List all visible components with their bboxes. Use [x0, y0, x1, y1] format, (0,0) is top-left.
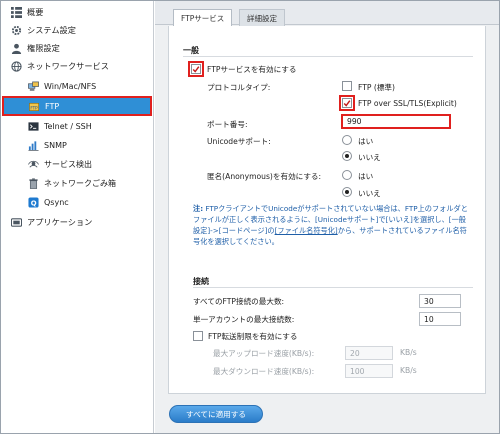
sidebar-item-label: FTP: [45, 101, 60, 111]
sidebar-item-label: アプリケーション: [27, 217, 93, 227]
anonymous-yes-radio[interactable]: [342, 170, 352, 180]
snmp-chart-icon: [27, 139, 39, 151]
ftp-ssl-tls-label: FTP over SSL/TLS(Explicit): [358, 99, 457, 108]
divider: [183, 56, 473, 57]
unicode-support-label: Unicodeサポート:: [207, 137, 271, 146]
protocol-type-label: プロトコルタイプ:: [207, 83, 271, 92]
sidebar-item-overview[interactable]: 概要: [1, 3, 153, 21]
note-line-1: FTPクライアントでUnicodeがサポートされていない場合は、FTP上のフォル…: [203, 204, 468, 213]
max-all-connections-input[interactable]: 30: [419, 294, 461, 308]
tab-advanced-settings[interactable]: 詳細設定: [239, 9, 285, 26]
sidebar-item-snmp[interactable]: SNMP: [1, 136, 153, 154]
sidebar-item-label: SNMP: [44, 140, 67, 150]
sidebar-item-applications[interactable]: アプリケーション: [1, 213, 153, 231]
grid-icon: [10, 6, 22, 18]
sidebar-item-label: Win/Mac/NFS: [44, 81, 97, 91]
sidebar-item-label: ネットワークごみ箱: [44, 178, 116, 188]
filename-encoding-link[interactable]: [ファイル名符号化]: [275, 226, 338, 235]
sidebar-item-network-recycle-bin[interactable]: ネットワークごみ箱: [1, 174, 153, 192]
note-line-3a: 設定]->[コードページ]の: [193, 226, 275, 235]
sidebar-item-qsync[interactable]: Q Qsync: [1, 193, 153, 211]
sidebar-item-label: Telnet / SSH: [44, 121, 92, 131]
settings-panel: 一般 FTPサービスを有効にする プロトコルタイプ: FTP (標準) FTP …: [168, 26, 486, 394]
unicode-yes-radio[interactable]: [342, 135, 352, 145]
sidebar-item-label: システム設定: [27, 25, 76, 35]
max-upload-rate-input[interactable]: 20: [345, 346, 393, 360]
ftp-standard-checkbox[interactable]: [342, 81, 352, 91]
ftp-throttle-label: FTP転送制限を有効にする: [208, 332, 298, 341]
unicode-yes-label: はい: [358, 137, 374, 146]
tab-ftp-service[interactable]: FTPサービス: [173, 9, 233, 26]
divider: [193, 287, 473, 288]
anonymous-label: 匿名(Anonymous)を有効にする:: [207, 172, 322, 181]
download-unit-label: KB/s: [400, 366, 417, 375]
gear-icon: [10, 24, 22, 36]
sidebar: 概要 システム設定 権限設定 ネットワークサービス Win/Mac/NFS FT…: [1, 1, 154, 433]
sidebar-item-network-services[interactable]: ネットワークサービス: [1, 57, 153, 75]
sidebar-item-system-settings[interactable]: システム設定: [1, 21, 153, 39]
applications-icon: [10, 216, 22, 228]
ftp-standard-label: FTP (標準): [358, 83, 395, 92]
sidebar-item-label: 概要: [27, 7, 44, 17]
general-section-title: 一般: [183, 46, 199, 55]
globe-icon: [10, 60, 22, 72]
sidebar-item-ftp[interactable]: FTP FTP: [2, 96, 152, 116]
sidebar-item-win-mac-nfs[interactable]: Win/Mac/NFS: [1, 77, 153, 95]
sidebar-item-telnet-ssh[interactable]: Telnet / SSH: [1, 117, 153, 135]
unicode-no-label: いいえ: [358, 153, 381, 162]
sidebar-item-label: サービス検出: [44, 159, 92, 169]
anonymous-yes-label: はい: [358, 172, 374, 181]
user-icon: [10, 42, 22, 54]
trash-icon: [27, 177, 39, 189]
max-all-connections-label: すべてのFTP接続の最大数:: [193, 297, 285, 306]
sidebar-item-label: 権限設定: [27, 43, 60, 53]
sidebar-item-privilege[interactable]: 権限設定: [1, 39, 153, 57]
note-prefix: 注:: [193, 204, 204, 213]
ftp-throttle-checkbox[interactable]: [193, 331, 203, 341]
max-download-rate-input[interactable]: 100: [345, 364, 393, 378]
note-line-2: ファイルが正しく表示されるように、[Unicodeサポート]で[いいえ]を選択し…: [193, 215, 466, 224]
sidebar-item-service-discovery[interactable]: サービス検出: [1, 155, 153, 173]
anonymous-no-radio[interactable]: [342, 187, 352, 197]
port-number-input[interactable]: 990: [341, 114, 451, 129]
terminal-icon: [27, 120, 39, 132]
note-line-3b: から、サポートされているファイル名符: [337, 226, 467, 235]
apply-all-button[interactable]: すべてに適用する: [169, 405, 263, 423]
checkmark-icon: [343, 99, 351, 107]
sidebar-item-label: Qsync: [44, 197, 69, 207]
max-upload-rate-label: 最大アップロード速度(KB/s):: [213, 349, 315, 358]
anonymous-no-label: いいえ: [358, 189, 381, 198]
upload-unit-label: KB/s: [400, 348, 417, 357]
main-content: FTPサービス 詳細設定 一般 FTPサービスを有効にする プロトコルタイプ: …: [155, 1, 499, 433]
connection-section-title: 接続: [193, 277, 209, 286]
sidebar-item-label: ネットワークサービス: [27, 61, 109, 71]
ftp-folder-icon: FTP: [28, 100, 40, 112]
max-single-account-label: 単一アカウントの最大接続数:: [193, 315, 295, 324]
unicode-no-radio[interactable]: [342, 151, 352, 161]
qsync-icon: Q: [27, 196, 39, 208]
unicode-note: 注: FTPクライアントでUnicodeがサポートされていない場合は、FTP上の…: [193, 203, 483, 247]
discovery-icon: [27, 158, 39, 170]
checkmark-icon: [192, 65, 200, 73]
tab-bar: FTPサービス 詳細設定: [155, 1, 499, 26]
max-single-account-input[interactable]: 10: [419, 312, 461, 326]
port-number-label: ポート番号:: [207, 120, 248, 129]
enable-ftp-checkbox[interactable]: [188, 61, 204, 77]
enable-ftp-label: FTPサービスを有効にする: [207, 65, 297, 74]
computers-icon: [27, 80, 39, 92]
ftp-ssl-tls-checkbox[interactable]: [339, 95, 355, 111]
max-download-rate-label: 最大ダウンロード速度(KB/s):: [213, 367, 315, 376]
svg-text:FTP: FTP: [30, 105, 38, 110]
svg-text:Q: Q: [30, 199, 36, 207]
note-line-4: 号化を選択してください。: [193, 237, 279, 246]
